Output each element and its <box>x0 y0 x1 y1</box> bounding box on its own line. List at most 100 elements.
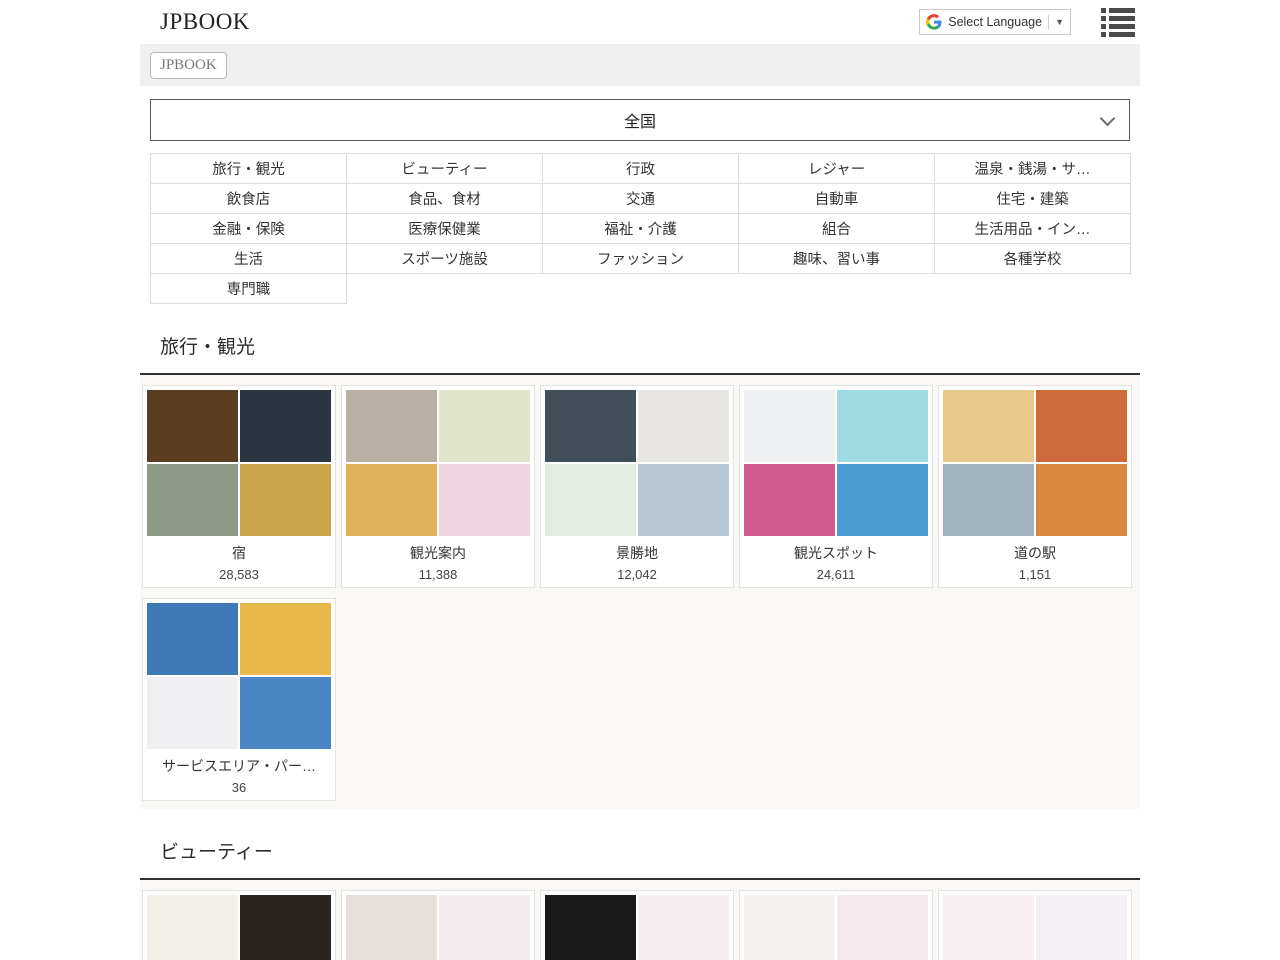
category-row: 金融・保険医療保健業福祉・介護組合生活用品・イン… <box>151 214 1131 244</box>
category-card[interactable]: 観光スポット24,611 <box>739 385 933 588</box>
breadcrumb-item-jpbook[interactable]: JPBOOK <box>150 52 227 79</box>
category-cell[interactable]: レジャー <box>739 154 935 184</box>
thumbnail-tile <box>837 464 928 536</box>
card-thumbnail-collage <box>545 390 729 536</box>
thumbnail-tile <box>638 895 729 960</box>
category-card[interactable] <box>938 890 1132 960</box>
category-cell[interactable]: 各種学校 <box>935 244 1131 274</box>
card-title: 道の駅 <box>943 543 1127 563</box>
category-card[interactable] <box>540 890 734 960</box>
category-section: 旅行・観光宿28,583 観光案内 11,388 景勝地12,042観光スポット24,… <box>0 304 1280 809</box>
card-thumbnail-collage <box>346 895 530 960</box>
card-thumbnail-collage <box>943 895 1127 960</box>
category-cell[interactable]: 金融・保険 <box>151 214 347 244</box>
thumbnail-tile <box>240 677 331 749</box>
thumbnail-tile <box>439 464 530 536</box>
menu-line <box>1101 32 1135 37</box>
category-cell-empty <box>347 274 543 304</box>
card-thumbnail-collage <box>147 895 331 960</box>
google-g-icon <box>926 14 942 30</box>
thumbnail-tile <box>638 464 729 536</box>
category-cell[interactable]: 行政 <box>543 154 739 184</box>
card-title: 宿 <box>147 543 331 563</box>
sections-container: 旅行・観光宿28,583 観光案内 11,388 景勝地12,042観光スポット24,… <box>0 304 1280 960</box>
category-cell[interactable]: 生活 <box>151 244 347 274</box>
thumbnail-tile <box>346 464 437 536</box>
category-cell-empty <box>739 274 935 304</box>
list-menu-icon[interactable] <box>1101 8 1135 37</box>
thumbnail-tile <box>943 464 1034 536</box>
thumbnail-tile <box>545 390 636 462</box>
section-title: 旅行・観光 <box>160 332 1140 359</box>
category-card[interactable] <box>341 890 535 960</box>
category-cell[interactable]: 福祉・介護 <box>543 214 739 244</box>
category-cell[interactable]: 旅行・観光 <box>151 154 347 184</box>
google-translate-widget[interactable]: Select Language ▼ <box>919 9 1071 35</box>
category-cell[interactable]: 自動車 <box>739 184 935 214</box>
card-title: 観光案内 <box>346 543 530 563</box>
category-cell[interactable]: スポーツ施設 <box>347 244 543 274</box>
category-row: 専門職 <box>151 274 1131 304</box>
card-thumbnail-collage <box>147 390 331 536</box>
category-cell[interactable]: ファッション <box>543 244 739 274</box>
section-header: 旅行・観光 <box>140 304 1140 375</box>
thumbnail-tile <box>240 603 331 675</box>
thumbnail-tile <box>744 895 835 960</box>
thumbnail-tile <box>147 677 238 749</box>
category-cell[interactable]: 食品、食材 <box>347 184 543 214</box>
region-select-value: 全国 <box>624 108 656 132</box>
region-select[interactable]: 全国 <box>150 99 1130 141</box>
category-card[interactable]: サービスエリア・パー… 36 <box>142 598 336 801</box>
chevron-down-icon[interactable]: ▼ <box>1055 18 1064 27</box>
category-grid: 旅行・観光ビューティー行政レジャー温泉・銭湯・サ…飲食店食品、食材交通自動車住宅… <box>150 153 1131 304</box>
menu-line <box>1101 24 1135 29</box>
card-title: 景勝地 <box>545 543 729 563</box>
category-card[interactable] <box>739 890 933 960</box>
category-cell-empty <box>935 274 1131 304</box>
card-title: サービスエリア・パー… <box>147 756 331 776</box>
category-cell[interactable]: 趣味、習い事 <box>739 244 935 274</box>
category-card[interactable]: 道の駅 1,151 <box>938 385 1132 588</box>
category-row: 生活スポーツ施設ファッション趣味、習い事各種学校 <box>151 244 1131 274</box>
category-cell[interactable]: 交通 <box>543 184 739 214</box>
section-title: ビューティー <box>160 837 1140 864</box>
category-card[interactable]: 観光案内 11,388 <box>341 385 535 588</box>
category-card[interactable]: 景勝地12,042 <box>540 385 734 588</box>
category-cell[interactable]: 医療保健業 <box>347 214 543 244</box>
category-card[interactable] <box>142 890 336 960</box>
category-cell[interactable]: 組合 <box>739 214 935 244</box>
translate-label: Select Language <box>948 15 1042 29</box>
category-card[interactable]: 宿28,583 <box>142 385 336 588</box>
thumbnail-tile <box>439 390 530 462</box>
site-header: JPBOOK Select Language ▼ <box>0 0 1280 44</box>
category-row: 旅行・観光ビューティー行政レジャー温泉・銭湯・サ… <box>151 154 1131 184</box>
header-actions: Select Language ▼ <box>919 8 1135 37</box>
thumbnail-tile <box>943 895 1034 960</box>
card-count: 36 <box>147 780 331 795</box>
category-cell[interactable]: ビューティー <box>347 154 543 184</box>
category-cell[interactable]: 生活用品・イン… <box>935 214 1131 244</box>
thumbnail-tile <box>545 464 636 536</box>
card-thumbnail-collage <box>943 390 1127 536</box>
breadcrumb: JPBOOK <box>140 44 1140 86</box>
category-cell[interactable]: 温泉・銭湯・サ… <box>935 154 1131 184</box>
card-carousel: 宿28,583観光案内11,388景勝地12,042観光スポット24,611道の… <box>140 375 1140 809</box>
card-count: 1,151 <box>943 567 1127 582</box>
thumbnail-tile <box>240 390 331 462</box>
site-brand[interactable]: JPBOOK <box>160 9 250 35</box>
menu-line <box>1101 8 1135 13</box>
thumbnail-tile <box>147 464 238 536</box>
category-cell[interactable]: 住宅・建築 <box>935 184 1131 214</box>
thumbnail-tile <box>943 390 1034 462</box>
category-row: 飲食店食品、食材交通自動車住宅・建築 <box>151 184 1131 214</box>
thumbnail-tile <box>147 895 238 960</box>
divider <box>1048 15 1049 30</box>
category-cell[interactable]: 飲食店 <box>151 184 347 214</box>
card-thumbnail-collage <box>744 895 928 960</box>
thumbnail-tile <box>147 390 238 462</box>
card-thumbnail-collage <box>147 603 331 749</box>
card-count: 11,388 <box>346 567 530 582</box>
thumbnail-tile <box>638 390 729 462</box>
page-root: JPBOOK Select Language ▼ <box>0 0 1280 960</box>
category-cell[interactable]: 専門職 <box>151 274 347 304</box>
